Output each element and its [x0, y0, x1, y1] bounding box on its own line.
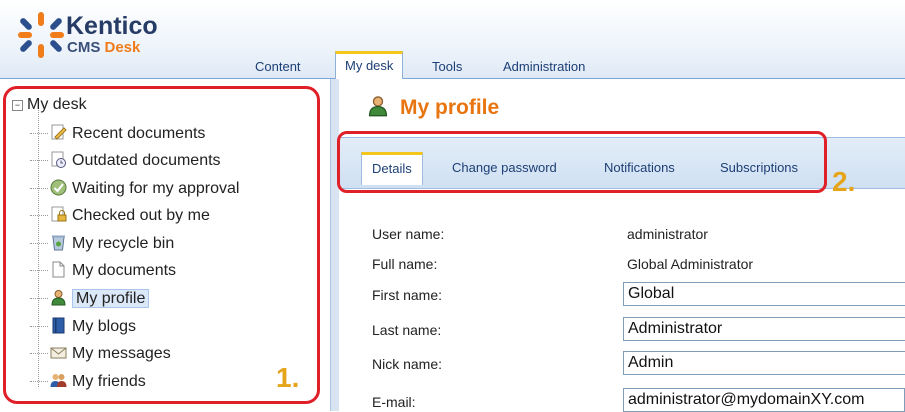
first-name-input[interactable]: Global [623, 282, 905, 306]
tab-tools[interactable]: Tools [423, 56, 471, 78]
annotation-label-2: 2. [832, 166, 856, 197]
annotation-box-1 [3, 86, 320, 404]
full-name-label: Full name: [372, 256, 438, 272]
page-title: My profile [400, 96, 500, 119]
email-input[interactable]: administrator@mydomainXY.com [623, 388, 905, 412]
nick-name-input[interactable]: Admin [623, 351, 905, 375]
brand-name: Kentico [66, 12, 158, 40]
user-name-label: User name: [372, 226, 445, 242]
app-header: Kentico CMS Desk Content My desk Tools A… [0, 0, 905, 80]
tab-content[interactable]: Content [246, 56, 310, 78]
annotation-label-1: 1. [276, 362, 300, 393]
first-name-label: First name: [372, 287, 443, 303]
tab-my-desk[interactable]: My desk [335, 51, 404, 80]
annotation-box-2 [337, 131, 827, 193]
user-name-value: administrator [627, 226, 708, 242]
last-name-input[interactable]: Administrator [623, 317, 905, 341]
main-tab-bar: Content My desk Tools Administration [0, 46, 905, 80]
user-profile-icon [368, 96, 388, 117]
last-name-label: Last name: [372, 322, 442, 338]
full-name-value: Global Administrator [627, 256, 754, 272]
tab-administration[interactable]: Administration [494, 56, 594, 78]
email-label: E-mail: [372, 394, 416, 410]
panel-splitter[interactable] [330, 79, 339, 411]
nick-name-label: Nick name: [372, 356, 443, 372]
